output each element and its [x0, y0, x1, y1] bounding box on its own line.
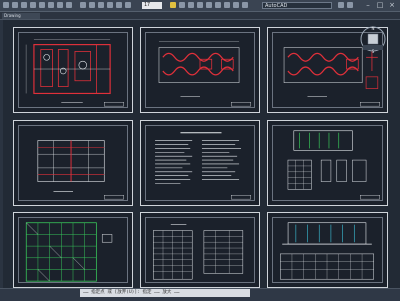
plan-drawing-2 [158, 41, 251, 107]
minimize-button[interactable]: – [364, 1, 372, 9]
app-menu-icon[interactable] [3, 2, 9, 8]
viewcube[interactable]: N S [358, 24, 388, 54]
new-file-icon[interactable] [12, 2, 18, 8]
lineweight-icon[interactable] [233, 2, 239, 8]
sheet-plan-2[interactable] [140, 27, 260, 113]
measure-icon[interactable] [116, 2, 122, 8]
ortho-icon[interactable] [206, 2, 212, 8]
elevation-drawing-1 [37, 140, 124, 200]
match-icon[interactable] [107, 2, 113, 8]
grid-icon[interactable] [188, 2, 194, 8]
tab-drawing[interactable]: Drawing [2, 13, 40, 19]
tables-drawing [153, 224, 244, 280]
properties-icon[interactable] [98, 2, 104, 8]
drawing-title: AutoCAD [262, 2, 332, 9]
transparency-icon[interactable] [242, 2, 248, 8]
open-file-icon[interactable] [21, 2, 27, 8]
maximize-button[interactable]: □ [376, 1, 384, 9]
redo-icon[interactable] [66, 2, 72, 8]
file-tab-bar: Drawing [0, 12, 400, 20]
vertical-ruler [0, 20, 3, 288]
snap-icon[interactable] [197, 2, 203, 8]
sheet-notes[interactable] [140, 120, 260, 206]
section-drawing-2 [280, 222, 374, 280]
sheet-detail-1[interactable] [13, 212, 133, 288]
title-bar: 17 AutoCAD – □ × [0, 0, 400, 12]
sheet-plan-1[interactable] [13, 27, 133, 113]
viewcube-icon[interactable] [179, 2, 185, 8]
compass-north-label: N [372, 26, 375, 31]
sheet-elevation-1[interactable] [13, 120, 133, 206]
detail-drawing-1 [25, 222, 113, 282]
share-icon[interactable] [80, 2, 86, 8]
calc-icon[interactable] [125, 2, 131, 8]
undo-icon[interactable] [57, 2, 63, 8]
plot-icon[interactable] [48, 2, 54, 8]
command-line[interactable]: …… 指定点 或 [放弃(U)]: 指定 …… 放大 …… [80, 289, 250, 297]
notes-text-block [155, 132, 251, 200]
save-icon[interactable] [30, 2, 36, 8]
sheet-section-1[interactable] [267, 120, 388, 206]
section-drawing-1 [287, 130, 380, 200]
save-as-icon[interactable] [39, 2, 45, 8]
sheet-tables[interactable] [140, 212, 260, 288]
workspace-select[interactable]: 17 [142, 2, 162, 9]
compass-south-label: S [372, 49, 375, 54]
osnap-icon[interactable] [224, 2, 230, 8]
account-icon[interactable] [347, 2, 353, 8]
sheet-section-2[interactable] [267, 212, 388, 288]
layer-icon[interactable] [89, 2, 95, 8]
plan-drawing-1 [25, 39, 124, 107]
polar-icon[interactable] [215, 2, 221, 8]
search-icon[interactable] [338, 2, 344, 8]
close-button[interactable]: × [388, 1, 396, 9]
lock-icon[interactable] [170, 2, 176, 8]
